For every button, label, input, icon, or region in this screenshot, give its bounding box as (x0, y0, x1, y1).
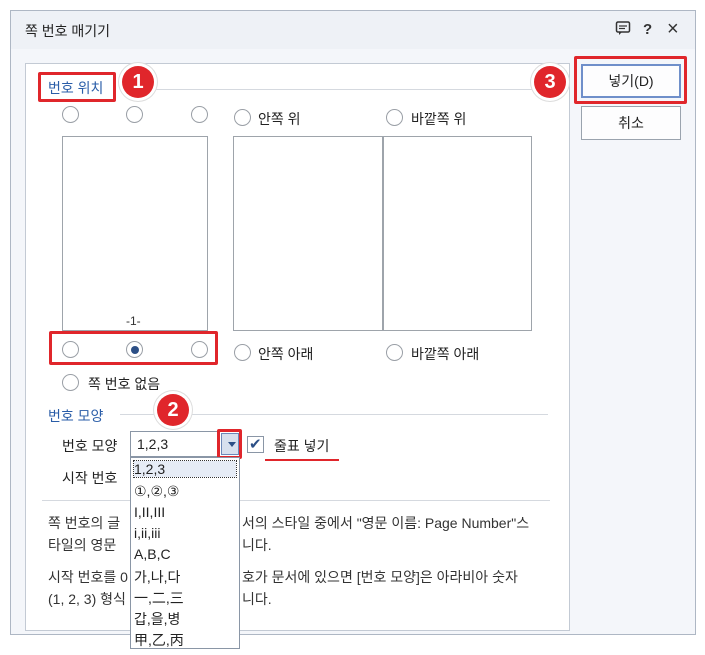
radio-outer-top[interactable] (386, 109, 403, 126)
note-line-1a: 쪽 번호의 글 (48, 515, 121, 531)
single-page-preview (62, 136, 208, 331)
divider (140, 89, 548, 90)
radio-no-number[interactable] (62, 374, 79, 391)
option-item[interactable]: 1,2,3 (133, 460, 237, 478)
radio-bottom-left[interactable] (62, 341, 79, 358)
title-bar: 쪽 번호 매기기 ? × (11, 11, 695, 49)
number-shape-value: 1,2,3 (137, 436, 169, 452)
annotation-badge-1: 1 (122, 66, 154, 98)
insert-mark-checkbox[interactable]: ✔ (247, 436, 264, 453)
highlight-box (38, 72, 116, 102)
help-icon[interactable]: ? (643, 21, 652, 38)
close-icon[interactable]: × (667, 18, 679, 41)
note-line-3b: 호가 문서에 있으면 [번호 모양]은 아라비아 숫자 (242, 569, 518, 585)
divider (42, 500, 550, 501)
annotation-badge-2: 2 (157, 394, 189, 426)
section-title-format: 번호 모양 (48, 408, 104, 424)
note-line-4a: (1, 2, 3) 형식 (48, 591, 126, 607)
number-shape-options-list: 1,2,3 ①,②,③ I,II,III i,ii,iii A,B,C 가,나,… (130, 457, 240, 649)
note-line-2a: 타일의 영문 (48, 537, 117, 553)
option-item[interactable]: 갑,을,병 (134, 609, 180, 629)
radio-inner-bottom[interactable] (234, 344, 251, 361)
radio-outer-bottom[interactable] (386, 344, 403, 361)
note-line-1b: 서의 스타일 중에서 "영문 이름: Page Number"스 (242, 515, 530, 531)
radio-top-right[interactable] (191, 106, 208, 123)
chevron-down-icon[interactable] (221, 433, 239, 455)
annotation-badge-3: 3 (534, 66, 566, 98)
radio-top-left[interactable] (62, 106, 79, 123)
option-item[interactable]: ①,②,③ (134, 483, 179, 500)
dialog-title: 쪽 번호 매기기 (25, 23, 111, 39)
option-item[interactable]: I,II,III (134, 504, 165, 520)
left-page-preview (233, 136, 383, 331)
note-line-2b: 니다. (242, 537, 272, 553)
radio-label-no-number: 쪽 번호 없음 (88, 376, 161, 392)
radio-label-outer-top: 바깥쪽 위 (411, 111, 467, 127)
start-label: 시작 번호 (62, 470, 118, 486)
insert-button-label: 넣기(D) (608, 73, 654, 89)
option-item[interactable]: A,B,C (134, 546, 171, 562)
preview-page-number: -1- (126, 314, 141, 328)
insert-mark-label: 줄표 넣기 (274, 438, 330, 454)
cancel-button[interactable]: 취소 (581, 106, 681, 140)
check-icon: ✔ (249, 436, 262, 453)
option-item[interactable]: 甲,乙,丙 (134, 630, 184, 650)
note-line-4b: 니다. (242, 591, 272, 607)
shape-label: 번호 모양 (62, 438, 118, 454)
insert-button[interactable]: 넣기(D) (581, 64, 681, 98)
radio-bottom-right[interactable] (191, 341, 208, 358)
radio-label-inner-top: 안쪽 위 (258, 111, 301, 127)
radio-label-outer-bottom: 바깥쪽 아래 (411, 346, 480, 362)
option-item[interactable]: 가,나,다 (134, 567, 180, 587)
radio-inner-top[interactable] (234, 109, 251, 126)
option-item[interactable]: 一,二,三 (134, 588, 184, 608)
highlight-underline (265, 459, 339, 461)
option-item[interactable]: i,ii,iii (134, 525, 160, 541)
radio-bottom-center[interactable] (126, 341, 143, 358)
right-page-preview (383, 136, 532, 331)
radio-label-inner-bottom: 안쪽 아래 (258, 346, 314, 362)
radio-top-center[interactable] (126, 106, 143, 123)
cancel-button-label: 취소 (618, 115, 644, 131)
note-line-3a: 시작 번호를 0 (48, 569, 128, 585)
comment-icon[interactable] (615, 20, 631, 40)
